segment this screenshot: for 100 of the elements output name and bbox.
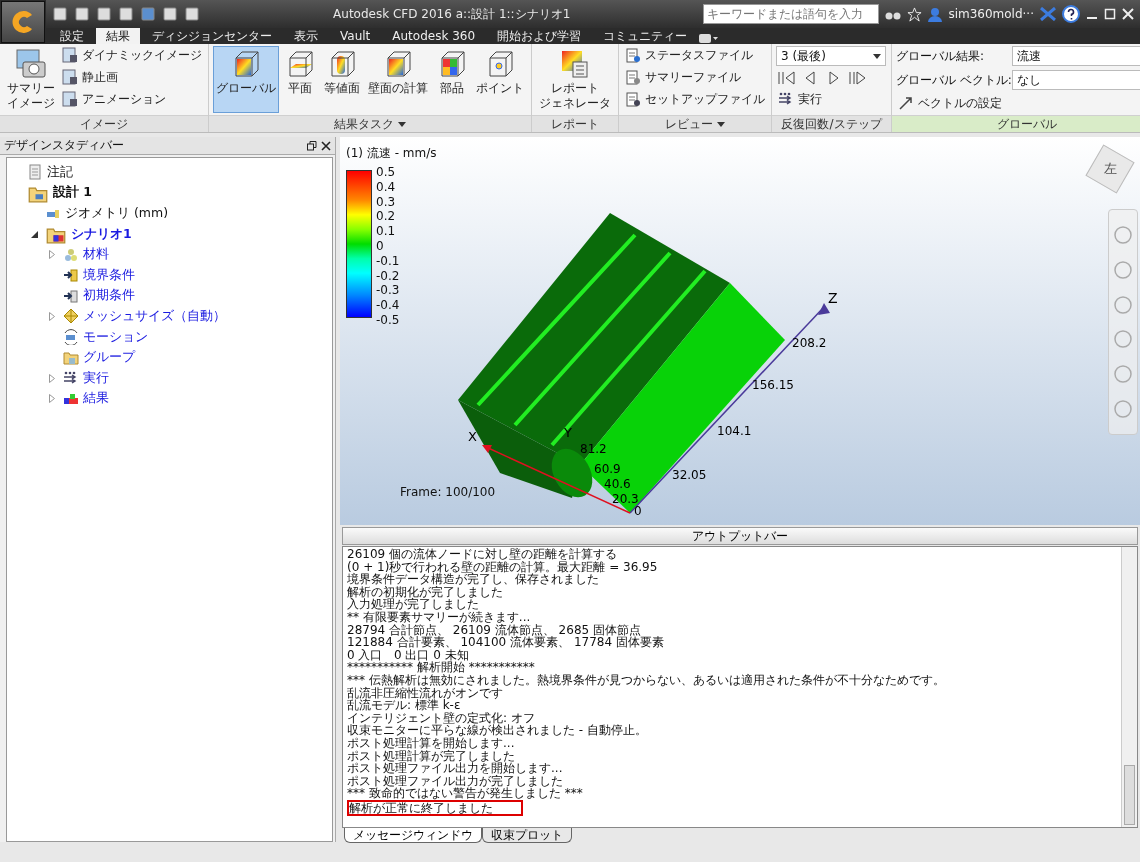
- log-line: ** 有限要素サマリーが続きます...: [347, 610, 531, 624]
- 3d-viewport[interactable]: (1) 流速 - mm/s 0.5 0.4 0.3 0.2 0.1 0 -0.1 -0.2 -0.3 -0.4 -0.5 Z X Y 208.2 156.15 104.1 32.05 81.2 60.9 40.6 20.3 0 Frame: 100/100 左: [340, 137, 1140, 525]
- log-line: 乱流非圧縮性流れがオンです: [347, 686, 503, 700]
- report-generator-button[interactable]: レポート ジェネレータ: [536, 46, 614, 113]
- caret-icon: [398, 121, 406, 127]
- arrow-into-block-icon: [63, 287, 79, 304]
- ribbon-small-button[interactable]: 静止画: [60, 68, 204, 86]
- result-task-button[interactable]: 壁面の計算: [365, 46, 431, 113]
- log-line: 入力処理が完了しました: [347, 598, 479, 611]
- help-icon[interactable]: [1062, 5, 1080, 23]
- axis-tick-label: 60.9: [594, 462, 621, 476]
- run-button[interactable]: 実行: [776, 90, 886, 108]
- ribbon-small-button[interactable]: ダイナミックイメージ: [60, 46, 204, 64]
- collapsed-triangle-icon[interactable]: [49, 373, 55, 383]
- tree-item[interactable]: シナリオ1: [71, 225, 132, 243]
- ribbon-tab[interactable]: 表示: [284, 28, 328, 44]
- ribbon-tab[interactable]: 開始および学習: [487, 28, 592, 44]
- group-title: レポート: [551, 115, 599, 133]
- diamond-icon: [63, 308, 79, 325]
- result-task-button[interactable]: 等値面: [321, 46, 363, 113]
- summary-image-button[interactable]: サマリー イメージ: [4, 46, 58, 113]
- report-icon: [559, 48, 591, 80]
- global-select[interactable]: なし: [1012, 70, 1140, 90]
- collapsed-triangle-icon[interactable]: [49, 394, 55, 404]
- caret-icon: [717, 121, 725, 127]
- axis-tick-label: 104.1: [717, 424, 752, 438]
- ribbon-tab[interactable]: Autodesk 360: [382, 28, 486, 44]
- ribbon-tab[interactable]: Vault: [330, 28, 381, 44]
- scale-label: 0.5: [376, 165, 397, 180]
- review-file-button[interactable]: セットアップファイル: [623, 90, 767, 108]
- ribbon-small-button[interactable]: アニメーション: [60, 90, 204, 108]
- scale-label: 0: [376, 239, 385, 254]
- axis-label: Y: [564, 425, 572, 440]
- first-step-icon[interactable]: [776, 70, 796, 86]
- review-file-button[interactable]: ステータスファイル: [623, 46, 767, 64]
- app-menu-button[interactable]: [1, 1, 45, 43]
- scale-label: 0.2: [376, 209, 397, 225]
- arrow-icon: [898, 95, 914, 111]
- collapsed-triangle-icon[interactable]: [49, 250, 55, 260]
- step-select[interactable]: 3 (最後): [776, 46, 886, 66]
- collapsed-triangle-icon[interactable]: [49, 311, 55, 321]
- log-line: *** 致命的ではない警告が発生しました ***: [347, 787, 583, 800]
- panel-toggle-icon[interactable]: [699, 34, 720, 44]
- user-name[interactable]: sim360mold···: [948, 7, 1034, 21]
- scale-label: -0.3: [376, 283, 400, 299]
- axis-tick-label: 156.15: [752, 378, 794, 392]
- global-select[interactable]: 流速: [1012, 46, 1140, 66]
- view-cube[interactable]: 左: [1085, 144, 1135, 194]
- vector-settings-button[interactable]: ベクトルの設定: [896, 94, 1140, 112]
- tree-item[interactable]: 注記: [47, 163, 73, 181]
- notepad-icon: [625, 91, 641, 107]
- group-title: 反復回数/ステップ: [781, 115, 882, 133]
- image-file-icon: [62, 47, 78, 63]
- scale-label: 0.4: [376, 179, 397, 195]
- result-task-button[interactable]: 平面: [281, 46, 319, 113]
- log-line: 121884 合計要素、 104100 流体要素、 17784 固体要素: [347, 636, 664, 649]
- tree-item[interactable]: 初期条件: [83, 287, 135, 305]
- search-field[interactable]: キーワードまたは語句を入力: [703, 4, 880, 24]
- result-task-button[interactable]: 部品: [433, 46, 471, 113]
- group-title[interactable]: 結果タスク: [334, 115, 394, 133]
- maximize-icon[interactable]: [1104, 8, 1116, 20]
- output-bar-button[interactable]: アウトプットバー: [342, 527, 1138, 545]
- star-icon[interactable]: [907, 6, 923, 22]
- output-tab[interactable]: メッセージウィンドウ: [344, 828, 482, 843]
- log-line: 0 入口 0 出口 0 未知: [347, 648, 469, 662]
- scale-label: -0.2: [376, 268, 400, 284]
- tree-item[interactable]: ジオメトリ (mm): [65, 205, 169, 222]
- ribbon-tab[interactable]: ディシジョンセンター: [142, 28, 282, 44]
- log-line: *********** 解析開始 ***********: [347, 661, 535, 674]
- ribbon-tab[interactable]: 結果: [96, 28, 140, 44]
- log-line: 収束モニターに平らな線が検出されました - 自動停止。: [347, 724, 647, 737]
- user-icon: [928, 6, 943, 22]
- spheres-icon: [63, 246, 79, 263]
- tree-item[interactable]: グループ: [83, 349, 135, 367]
- tree-item[interactable]: 境界条件: [83, 266, 135, 284]
- result-task-button[interactable]: ポイント: [473, 46, 527, 113]
- tree-item[interactable]: 材料: [83, 246, 109, 264]
- review-file-button[interactable]: サマリーファイル: [623, 68, 767, 86]
- output-tab[interactable]: 収束プロット: [482, 828, 572, 843]
- result-task-button[interactable]: グローバル: [213, 46, 279, 113]
- tree-item[interactable]: 結果: [83, 390, 109, 408]
- tree-item[interactable]: メッシュサイズ（自動）: [83, 307, 226, 325]
- tree-item[interactable]: モーション: [83, 328, 148, 346]
- tree-item[interactable]: 実行: [83, 369, 109, 387]
- rotating-part-icon: [63, 329, 79, 346]
- log-line: インテリジェント壁の定式化: オフ: [347, 711, 535, 725]
- expanded-triangle-icon[interactable]: [31, 230, 38, 238]
- arrow-into-block-icon: [63, 267, 79, 284]
- folder-icon: [63, 349, 79, 366]
- last-step-icon[interactable]: [848, 70, 868, 86]
- x-logo-icon[interactable]: [1040, 7, 1056, 21]
- ribbon-tab[interactable]: 設定: [50, 28, 94, 44]
- scrollbar-thumb[interactable]: [1124, 765, 1135, 825]
- ribbon-tab[interactable]: コミュニティー: [593, 28, 698, 44]
- image-file-icon: [62, 69, 78, 85]
- axis-tick-label: 40.6: [604, 477, 631, 491]
- tree-item[interactable]: 設計 1: [53, 184, 93, 202]
- restore-icon[interactable]: [307, 140, 317, 151]
- log-line: 26109 個の流体ノードに対し壁の距離を計算する: [347, 548, 617, 561]
- axis-tick-label: 208.2: [792, 336, 827, 350]
